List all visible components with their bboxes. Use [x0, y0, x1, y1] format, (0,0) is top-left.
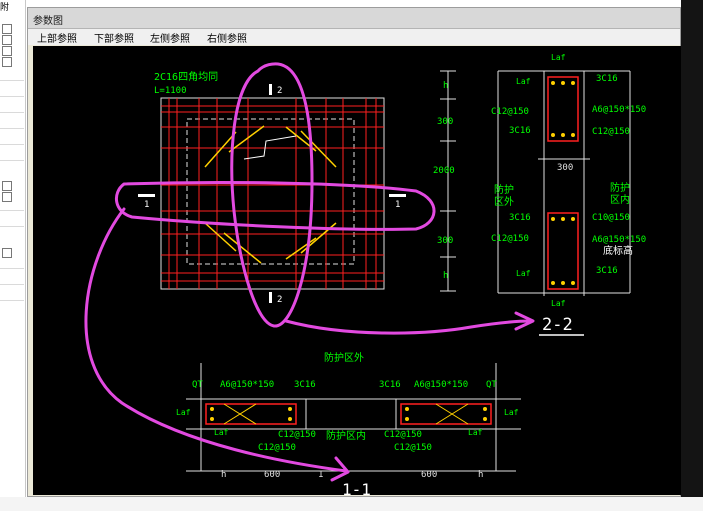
- checkbox[interactable]: [2, 192, 12, 202]
- rebar-3c16-bottom: 3C16: [596, 266, 618, 276]
- annotation-horizontal-loop: [115, 180, 436, 231]
- rebar-a6-low: A6@150*150: [592, 235, 646, 245]
- c16-left: 3C16: [294, 380, 316, 390]
- cut-2-bottom-label: 2: [277, 295, 282, 305]
- checkbox[interactable]: [2, 248, 12, 258]
- divider: [0, 300, 24, 301]
- section-2-2: Laf Laf 3C16 C12@150 A6@150*150 3C16 C12…: [491, 53, 646, 336]
- c16-right: 3C16: [379, 380, 401, 390]
- plan-grid: [161, 98, 384, 289]
- window-titlebar[interactable]: 参数图: [28, 8, 680, 29]
- dim-1: 1: [318, 470, 323, 480]
- parameter-window: 参数图 上部参照 下部参照 左侧参照 右侧参照 2C16四角均同 L=1100 …: [27, 7, 681, 497]
- divider: [0, 284, 24, 285]
- dim-300-bottom: 300: [437, 236, 453, 246]
- inside-label-1: 防护: [610, 181, 630, 194]
- laf-left-inner: Laf: [214, 428, 229, 437]
- dim-2000: 2000: [433, 166, 455, 176]
- checkbox[interactable]: [2, 24, 12, 34]
- a6-left: A6@150*150: [220, 380, 274, 390]
- vertical-dimensions: h 300 2000 300 h: [433, 70, 456, 292]
- outside-label-1: 防护: [494, 183, 514, 196]
- base-elevation: 底标高: [603, 244, 633, 257]
- cut-2-top: [269, 84, 272, 95]
- laf-right-inner: Laf: [468, 428, 483, 437]
- laf-left: Laf: [176, 408, 191, 417]
- cut-1-right: [389, 194, 406, 197]
- width-300: 300: [557, 163, 573, 173]
- laf-right: Laf: [504, 408, 519, 417]
- outside-label-2: 区外: [494, 196, 514, 208]
- rebar-3c16-mid: 3C16: [509, 126, 531, 136]
- divider: [0, 144, 24, 145]
- a6-right: A6@150*150: [414, 380, 468, 390]
- divider: [0, 128, 24, 129]
- toolbar: 上部参照 下部参照 左侧参照 右侧参照: [28, 29, 680, 45]
- rebar-3c16-top: 3C16: [596, 74, 618, 84]
- qt-left: QT: [192, 380, 203, 390]
- rebar-c10: C10@150: [592, 213, 630, 223]
- laf-left-bottom: Laf: [516, 269, 531, 278]
- dim-h-bottom: h: [443, 271, 448, 281]
- bottom-reference-button[interactable]: 下部参照: [94, 30, 134, 45]
- drawing-canvas[interactable]: 2C16四角均同 L=1100 2 2 1 1 h 300 2000 300 h…: [33, 46, 681, 495]
- cut-2-top-label: 2: [277, 86, 282, 96]
- left-panel: 附: [0, 0, 26, 511]
- section-2-2-title: 2-2: [542, 315, 573, 335]
- outside-zone-label: 防护区外: [324, 351, 364, 364]
- checkbox[interactable]: [2, 35, 12, 45]
- corner-text: 附: [0, 3, 10, 13]
- right-dark-edge: [681, 0, 703, 511]
- rebar-c12-left: C12@150: [491, 107, 529, 117]
- plan-view: 2C16四角均同 L=1100 2 2 1 1: [138, 71, 406, 305]
- dim-h-left: h: [221, 470, 226, 480]
- cut-1-left: [138, 194, 155, 197]
- cut-2-bottom: [269, 292, 272, 303]
- dim-600-left: 600: [264, 470, 280, 480]
- rebar-note: 2C16四角均同: [154, 71, 218, 83]
- checkbox[interactable]: [2, 46, 12, 56]
- cut-1-right-label: 1: [395, 200, 400, 210]
- laf-bottom: Laf: [551, 299, 566, 308]
- divider: [0, 112, 24, 113]
- divider: [0, 210, 24, 211]
- hand-annotations: [84, 62, 535, 482]
- left-reference-button[interactable]: 左侧参照: [150, 30, 190, 45]
- annotation-vertical-loop: [230, 62, 314, 328]
- qt-right: QT: [486, 380, 497, 390]
- bottom-band: [0, 497, 703, 511]
- top-reference-button[interactable]: 上部参照: [37, 30, 77, 45]
- section-1-1-title: 1-1: [342, 480, 371, 495]
- annotation-arrow-2-2: [284, 319, 533, 335]
- checkbox[interactable]: [2, 181, 12, 191]
- inside-zone-label: 防护区内: [326, 429, 366, 442]
- right-reference-button[interactable]: 右侧参照: [207, 30, 247, 45]
- divider: [0, 268, 24, 269]
- c12-left-a: C12@150: [278, 430, 316, 440]
- cut-1-left-label: 1: [144, 200, 149, 210]
- laf-top: Laf: [551, 53, 566, 62]
- divider: [0, 160, 24, 161]
- window-title: 参数图: [33, 16, 63, 27]
- c12-right-a: C12@150: [384, 430, 422, 440]
- corner-bars: [204, 125, 337, 264]
- dim-600-right: 600: [421, 470, 437, 480]
- dim-300-top: 300: [437, 117, 453, 127]
- dim-h-right: h: [478, 470, 483, 480]
- divider: [0, 96, 24, 97]
- checkbox[interactable]: [2, 57, 12, 67]
- rebar-3c16-low: 3C16: [509, 213, 531, 223]
- divider: [0, 226, 24, 227]
- laf-left-top: Laf: [516, 77, 531, 86]
- rebar-a6-top: A6@150*150: [592, 105, 646, 115]
- c12-right-b: C12@150: [394, 443, 432, 453]
- inside-label-2: 区内: [610, 193, 630, 206]
- dim-h-top: h: [443, 81, 448, 91]
- rebar-c12-low: C12@150: [491, 234, 529, 244]
- rebar-c12-right: C12@150: [592, 127, 630, 137]
- divider: [0, 80, 24, 81]
- c12-left-b: C12@150: [258, 443, 296, 453]
- length-note: L=1100: [154, 86, 187, 96]
